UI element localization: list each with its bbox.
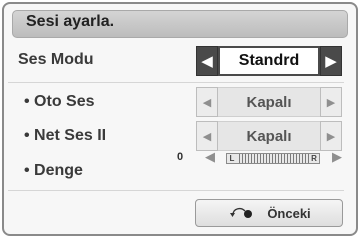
auto-volume-label: • Oto Ses [24, 93, 95, 110]
return-icon [227, 205, 255, 221]
sound-mode-label: Ses Modu [18, 51, 94, 68]
sound-mode-selector[interactable]: ◀ Standrd ▶ [196, 46, 342, 76]
balance-left-mark: L [227, 154, 237, 163]
divider [8, 82, 344, 83]
sound-mode-value: Standrd [218, 46, 320, 76]
clear-voice-label: • Net Ses II [24, 127, 107, 144]
balance-label: • Denge [24, 162, 83, 179]
left-arrow-icon[interactable]: ◀ [205, 149, 215, 165]
right-arrow-icon[interactable]: ▶ [332, 149, 342, 165]
auto-volume-selector[interactable]: ◀ Kapalı ▶ [196, 87, 342, 117]
previous-button-label: Önceki [267, 205, 311, 221]
auto-volume-value: Kapalı [218, 87, 320, 117]
balance-right-mark: R [309, 154, 319, 163]
clear-voice-value: Kapalı [218, 121, 320, 151]
right-arrow-icon[interactable]: ▶ [320, 46, 342, 76]
left-arrow-icon[interactable]: ◀ [196, 121, 218, 151]
left-arrow-icon[interactable]: ◀ [196, 46, 218, 76]
panel-title: Sesi ayarla. [26, 13, 115, 30]
right-arrow-icon[interactable]: ▶ [320, 87, 342, 117]
left-arrow-icon[interactable]: ◀ [196, 87, 218, 117]
divider [8, 190, 344, 191]
clear-voice-selector[interactable]: ◀ Kapalı ▶ [196, 121, 342, 151]
previous-button[interactable]: Önceki [195, 199, 343, 227]
balance-slider[interactable]: L R [226, 153, 320, 164]
right-arrow-icon[interactable]: ▶ [320, 121, 342, 151]
balance-value: 0 [177, 151, 184, 163]
